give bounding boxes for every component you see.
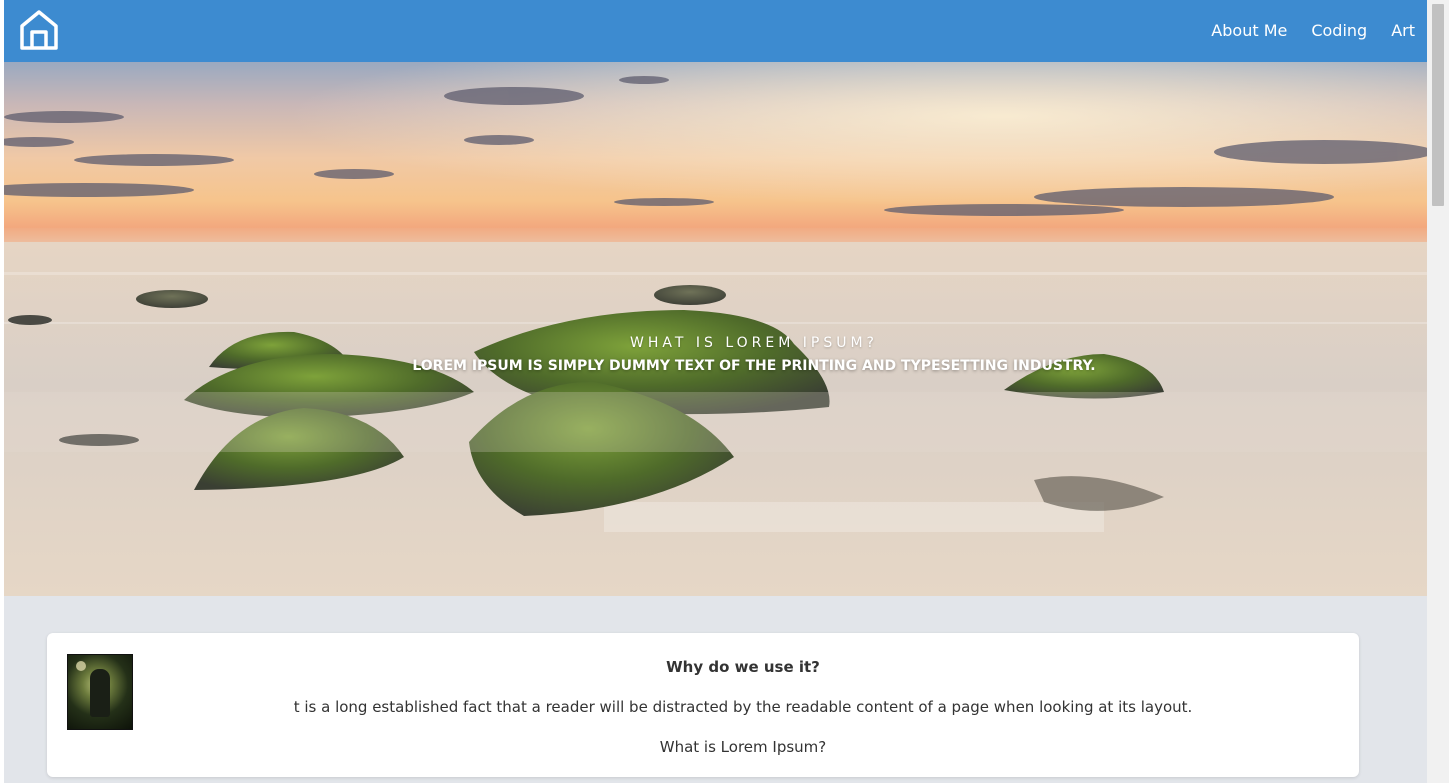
scrollbar-thumb[interactable] [1432, 4, 1444, 206]
content-card: Why do we use it? t is a long establishe… [47, 633, 1359, 777]
hero-background-image [4, 62, 1427, 596]
hero-banner: What is Lorem Ipsum? Lorem Ipsum is simp… [4, 62, 1427, 596]
card-title: Why do we use it? [666, 658, 820, 676]
card-text-secondary: What is Lorem Ipsum? [659, 738, 827, 756]
window-edge [0, 0, 4, 783]
nav-about-me[interactable]: About Me [1211, 21, 1287, 41]
nav-coding[interactable]: Coding [1311, 21, 1367, 41]
nav-art[interactable]: Art [1391, 21, 1415, 41]
thumbnail-moon [76, 661, 86, 671]
card-text: t is a long established fact that a read… [293, 698, 1193, 716]
main-nav: About Me Coding Art [1211, 0, 1415, 62]
hero-headline: Lorem Ipsum is simply dummy text of the … [412, 358, 1096, 374]
thumbnail-figure [90, 669, 110, 717]
card-body: Why do we use it? t is a long establishe… [47, 633, 1439, 757]
home-link[interactable] [18, 8, 60, 52]
hero-text: What is Lorem Ipsum? Lorem Ipsum is simp… [4, 332, 1427, 378]
home-icon [20, 10, 58, 50]
page: About Me Coding Art WHAT IS LOREM IPSUM?… [0, 0, 1449, 783]
hero-kicker: What is Lorem Ipsum? [630, 335, 878, 351]
page-scrollbar[interactable] [1427, 0, 1449, 783]
card-thumbnail-image [67, 654, 133, 730]
site-header: About Me Coding Art [4, 0, 1427, 62]
